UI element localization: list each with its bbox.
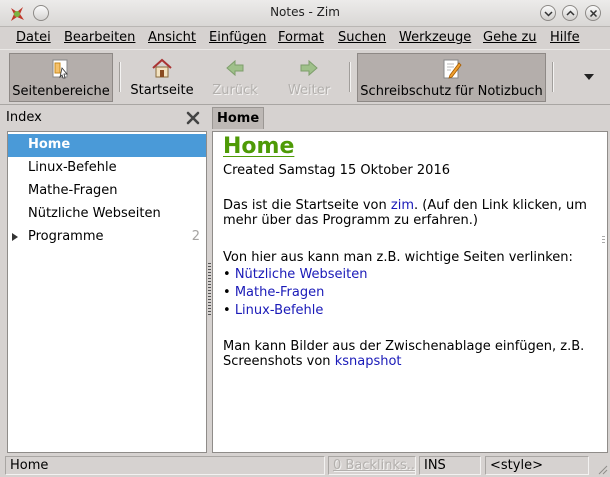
expander-arrow-icon[interactable] bbox=[12, 233, 18, 241]
menu-suchen[interactable]: Suchen bbox=[338, 30, 386, 45]
index-pane-header: Index bbox=[0, 107, 207, 129]
index-tree: Home Linux-Befehle Mathe-Fragen Nützlich… bbox=[7, 131, 207, 453]
home-label: Startseite bbox=[130, 83, 194, 98]
index-item-label: Home bbox=[28, 137, 71, 152]
arrow-right-icon bbox=[300, 59, 318, 77]
toolbar-separator bbox=[349, 62, 351, 92]
resize-grip-icon[interactable] bbox=[596, 463, 608, 475]
index-item-label: Linux-Befehle bbox=[28, 160, 117, 175]
list-item: • Mathe-Fragen bbox=[223, 285, 325, 300]
side-panes-icon bbox=[52, 59, 68, 79]
link-mathe-fragen[interactable]: Mathe-Fragen bbox=[235, 285, 325, 300]
menu-bar: Datei Bearbeiten Ansicht Einfügen Format… bbox=[0, 27, 610, 49]
child-count: 2 bbox=[191, 229, 200, 244]
list-item: • Linux-Befehle bbox=[223, 303, 324, 318]
back-label: Zurück bbox=[212, 83, 258, 98]
page-editor[interactable]: Home Created Samstag 15 Oktober 2016 Das… bbox=[212, 131, 608, 453]
toolbar-separator bbox=[552, 62, 554, 92]
intro-line: Das ist die Startseite von zim. (Auf den… bbox=[223, 198, 587, 213]
close-button[interactable] bbox=[585, 5, 601, 21]
intro-text-cont: . (Auf den Link klicken, um bbox=[414, 198, 587, 213]
list-item: • Nützliche Webseiten bbox=[223, 267, 368, 282]
splitter-grip-icon bbox=[208, 263, 211, 315]
menu-ansicht[interactable]: Ansicht bbox=[148, 30, 196, 45]
minimize-button[interactable] bbox=[540, 5, 556, 21]
index-item-label: Programme bbox=[28, 229, 104, 244]
page-tab-strip: Home bbox=[210, 107, 610, 129]
screenshot-line-2: Screenshots von ksnapshot bbox=[223, 354, 402, 369]
menu-werkzeuge[interactable]: Werkzeuge bbox=[399, 30, 471, 45]
intro-line-2: mehr über das Programm zu erfahren.) bbox=[223, 213, 478, 228]
index-item-nuetzliche-webseiten[interactable]: Nützliche Webseiten bbox=[8, 203, 206, 226]
created-date: Created Samstag 15 Oktober 2016 bbox=[223, 163, 450, 178]
back-button[interactable]: Zurück bbox=[207, 53, 263, 102]
screenshot-text: Screenshots von bbox=[223, 354, 335, 369]
side-panes-label: Seitenbereiche bbox=[12, 84, 110, 99]
menu-einfuegen[interactable]: Einfügen bbox=[209, 30, 266, 45]
ksnapshot-link[interactable]: ksnapshot bbox=[335, 354, 402, 369]
tab-home[interactable]: Home bbox=[212, 107, 265, 129]
close-icon bbox=[589, 9, 598, 18]
forward-label: Weiter bbox=[287, 83, 331, 98]
backlinks-button[interactable]: 0 Backlinks... bbox=[328, 456, 416, 475]
chevron-down-icon bbox=[544, 11, 553, 17]
index-item-label: Nützliche Webseiten bbox=[28, 206, 161, 221]
toolbar: Seitenbereiche Startseite Zurück Weiter bbox=[0, 49, 610, 105]
chevron-up-icon bbox=[566, 10, 575, 16]
right-edge-marker bbox=[602, 236, 605, 244]
menu-format[interactable]: Format bbox=[278, 30, 324, 45]
link-nuetzliche-webseiten[interactable]: Nützliche Webseiten bbox=[235, 267, 368, 282]
index-label: Index bbox=[6, 110, 42, 125]
close-pane-icon[interactable] bbox=[185, 110, 201, 126]
status-bar: Home 0 Backlinks... INS <style> bbox=[0, 454, 610, 477]
forward-button[interactable]: Weiter bbox=[281, 53, 337, 102]
backlinks-label: 0 Backlinks... bbox=[333, 458, 416, 473]
toolbar-overflow-icon[interactable] bbox=[584, 74, 595, 81]
readonly-label: Schreibschutz für Notizbuch bbox=[360, 84, 543, 99]
index-item-home[interactable]: Home bbox=[8, 134, 206, 157]
status-page-name: Home bbox=[5, 456, 325, 475]
index-item-label: Mathe-Fragen bbox=[28, 183, 118, 198]
menu-datei[interactable]: Datei bbox=[16, 30, 51, 45]
side-panes-button[interactable]: Seitenbereiche bbox=[9, 53, 113, 102]
screenshot-line: Man kann Bilder aus der Zwischenablage e… bbox=[223, 339, 585, 354]
index-item-programme[interactable]: Programme 2 bbox=[8, 226, 206, 249]
menu-bearbeiten[interactable]: Bearbeiten bbox=[64, 30, 135, 45]
readonly-toggle-button[interactable]: Schreibschutz für Notizbuch bbox=[357, 53, 546, 102]
title-bar: Notes - Zim bbox=[0, 0, 610, 27]
index-item-linux-befehle[interactable]: Linux-Befehle bbox=[8, 157, 206, 180]
window-title: Notes - Zim bbox=[270, 5, 340, 19]
index-item-mathe-fragen[interactable]: Mathe-Fragen bbox=[8, 180, 206, 203]
toolbar-separator bbox=[119, 62, 121, 92]
zim-link[interactable]: zim bbox=[391, 198, 414, 213]
app-window: Notes - Zim Datei Bearbeiten Ansicht Ein… bbox=[0, 0, 610, 477]
page-heading: Home bbox=[223, 134, 295, 159]
edit-pencil-icon bbox=[443, 59, 462, 79]
home-icon bbox=[152, 58, 172, 78]
menu-gehe-zu[interactable]: Gehe zu bbox=[483, 30, 537, 45]
arrow-left-icon bbox=[226, 59, 244, 77]
maximize-button[interactable] bbox=[562, 5, 578, 21]
menu-hilfe[interactable]: Hilfe bbox=[550, 30, 580, 45]
insert-mode-indicator: INS bbox=[419, 456, 481, 475]
intro-text: Das ist die Startseite von bbox=[223, 198, 391, 213]
link-linux-befehle[interactable]: Linux-Befehle bbox=[235, 303, 324, 318]
style-indicator[interactable]: <style> bbox=[485, 456, 589, 475]
links-intro: Von hier aus kann man z.B. wichtige Seit… bbox=[223, 250, 573, 265]
home-button[interactable]: Startseite bbox=[127, 53, 197, 102]
